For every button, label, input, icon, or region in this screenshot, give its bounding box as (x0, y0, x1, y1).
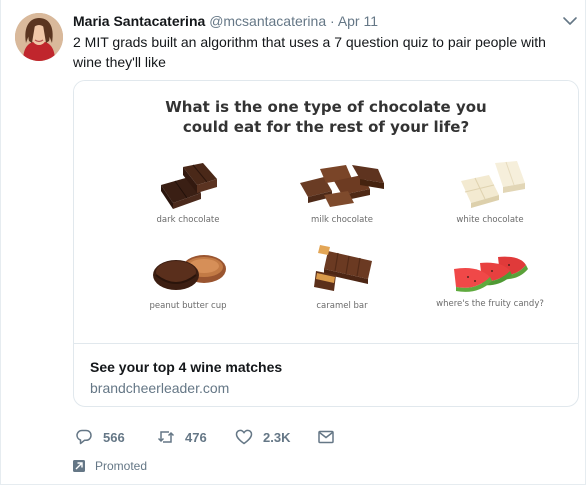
author-handle[interactable]: @mcsantacaterina (209, 13, 326, 29)
tweet[interactable]: Maria Santacaterina @mcsantacaterina · A… (0, 0, 586, 485)
like-count: 2.3K (263, 429, 291, 445)
option-white-chocolate: white chocolate (430, 157, 550, 225)
reply-count: 566 (103, 429, 125, 445)
separator-dot: · (330, 13, 335, 29)
option-milk-chocolate: milk chocolate (282, 157, 402, 225)
card-title[interactable]: See your top 4 wine matches (90, 357, 282, 377)
option-label: dark chocolate (156, 215, 220, 225)
promoted-badge[interactable]: Promoted (73, 457, 147, 475)
heart-icon (235, 429, 253, 445)
reply-button[interactable]: 566 (75, 426, 125, 448)
caramel-bar-icon (314, 245, 372, 291)
peanut-butter-cup-icon (153, 255, 226, 290)
option-label: milk chocolate (311, 215, 373, 225)
white-chocolate-icon (461, 161, 525, 208)
direct-message-button[interactable] (317, 426, 345, 448)
dark-chocolate-icon (161, 163, 217, 209)
option-label: peanut butter cup (149, 301, 227, 311)
quiz-question: What is the one type of chocolate you co… (165, 98, 487, 136)
tweet-actions: 566 476 2.3K (73, 426, 373, 448)
link-card[interactable]: What is the one type of chocolate you co… (73, 80, 579, 407)
envelope-icon (318, 430, 334, 444)
option-label: white chocolate (456, 215, 524, 225)
reply-icon (76, 429, 92, 445)
option-peanut-butter-cup: peanut butter cup (128, 247, 248, 311)
tweet-header: Maria Santacaterina @mcsantacaterina · A… (73, 11, 543, 31)
card-domain[interactable]: brandcheerleader.com (90, 378, 229, 398)
promoted-label: Promoted (95, 459, 148, 473)
retweet-icon (157, 431, 175, 443)
card-image[interactable]: What is the one type of chocolate you co… (74, 81, 578, 344)
author-name[interactable]: Maria Santacaterina (73, 13, 205, 29)
retweet-count: 476 (185, 429, 207, 445)
card-body[interactable]: See your top 4 wine matches brandcheerle… (74, 345, 578, 406)
retweet-button[interactable]: 476 (157, 426, 207, 448)
avatar[interactable] (15, 13, 63, 61)
promoted-icon (73, 460, 85, 472)
like-button[interactable]: 2.3K (235, 426, 290, 448)
option-fruity-candy: where's the fruity candy? (430, 247, 550, 309)
milk-chocolate-icon (300, 165, 384, 207)
option-caramel-bar: caramel bar (282, 241, 402, 311)
option-label: where's the fruity candy? (436, 299, 544, 309)
chevron-down-icon[interactable] (562, 13, 578, 29)
tweet-text: 2 MIT grads built an algorithm that uses… (73, 34, 546, 70)
timestamp[interactable]: Apr 11 (338, 13, 378, 29)
option-label: caramel bar (316, 301, 368, 311)
fruity-candy-icon (454, 256, 528, 292)
option-dark-chocolate: dark chocolate (128, 157, 248, 225)
